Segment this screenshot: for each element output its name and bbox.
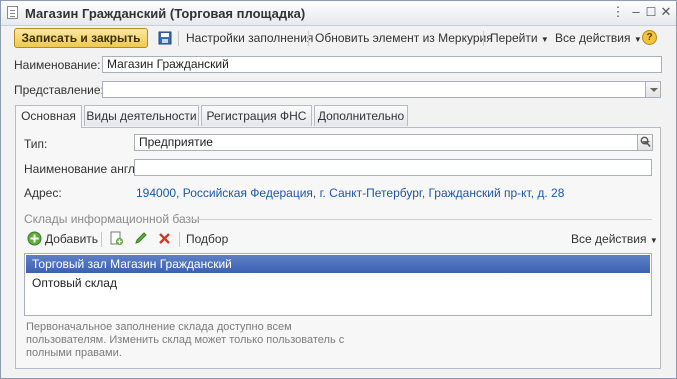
warehouses-note: Первоначальное заполнение склада доступн… xyxy=(26,321,345,359)
type-label: Тип: xyxy=(24,137,48,151)
window-title: Магазин Гражданский (Торговая площадка) xyxy=(25,6,306,21)
name-field[interactable]: Магазин Гражданский xyxy=(102,56,662,73)
list-all-actions-label: Все действия xyxy=(571,232,647,246)
warehouses-list: Торговый зал Магазин Гражданский Оптовый… xyxy=(24,253,652,316)
pick-button[interactable]: Подбор xyxy=(186,232,228,246)
menu-icon[interactable]: ⋮ xyxy=(610,4,626,20)
name-en-label: Наименование англ: xyxy=(24,162,139,176)
name-label: Наименование: xyxy=(14,58,101,72)
repr-label: Представление: xyxy=(14,83,104,97)
delete-icon[interactable] xyxy=(157,231,172,246)
close-icon[interactable]: ✕ xyxy=(658,4,674,20)
chevron-down-icon: ▼ xyxy=(540,35,549,44)
copy-icon[interactable] xyxy=(109,231,124,246)
tab-extra[interactable]: Дополнительно xyxy=(314,105,408,126)
repr-field[interactable] xyxy=(102,81,646,98)
list-all-actions-menu[interactable]: Все действия ▼ xyxy=(571,232,658,246)
tab-activities[interactable]: Виды деятельности xyxy=(84,105,199,126)
warehouses-group-title: Склады информационной базы xyxy=(24,212,200,226)
save-close-button[interactable]: Записать и закрыть xyxy=(14,28,148,48)
help-icon[interactable]: ? xyxy=(642,30,657,45)
name-en-field[interactable] xyxy=(134,159,652,176)
toolbar: Записать и закрыть Настройки заполнения … xyxy=(1,26,676,50)
chevron-down-icon: ▼ xyxy=(633,35,642,44)
tab-main[interactable]: Основная xyxy=(15,105,82,128)
update-mercury-button[interactable]: Обновить элемент из Меркурия xyxy=(315,31,493,45)
all-actions-menu[interactable]: Все действия ▼ xyxy=(555,31,642,45)
tab-fns[interactable]: Регистрация ФНС xyxy=(201,105,312,126)
edit-icon[interactable] xyxy=(133,231,148,246)
add-button[interactable]: Добавить xyxy=(45,232,98,246)
save-icon[interactable] xyxy=(158,31,172,45)
dropdown-arrow-icon[interactable] xyxy=(645,81,661,98)
all-actions-label: Все действия xyxy=(555,31,631,45)
type-field[interactable]: Предприятие xyxy=(134,134,638,151)
minimize-icon[interactable]: – xyxy=(628,4,644,20)
address-label: Адрес: xyxy=(24,186,62,200)
add-icon xyxy=(27,231,42,246)
list-item[interactable]: Торговый зал Магазин Гражданский xyxy=(26,255,650,273)
form-window: Магазин Гражданский (Торговая площадка) … xyxy=(0,0,677,379)
address-link[interactable]: 194000, Российская Федерация, г. Санкт-П… xyxy=(136,186,564,200)
goto-menu[interactable]: Перейти ▼ xyxy=(490,31,549,45)
search-icon-glyph xyxy=(640,136,651,148)
chevron-down-icon: ▼ xyxy=(649,236,658,245)
settings-button[interactable]: Настройки заполнения xyxy=(186,31,313,45)
list-item[interactable]: Оптовый склад xyxy=(26,274,650,292)
title-bar: Магазин Гражданский (Торговая площадка) … xyxy=(1,1,676,26)
maximize-icon[interactable]: ☐ xyxy=(643,4,659,20)
goto-label: Перейти xyxy=(490,31,538,45)
doc-icon xyxy=(7,6,18,19)
